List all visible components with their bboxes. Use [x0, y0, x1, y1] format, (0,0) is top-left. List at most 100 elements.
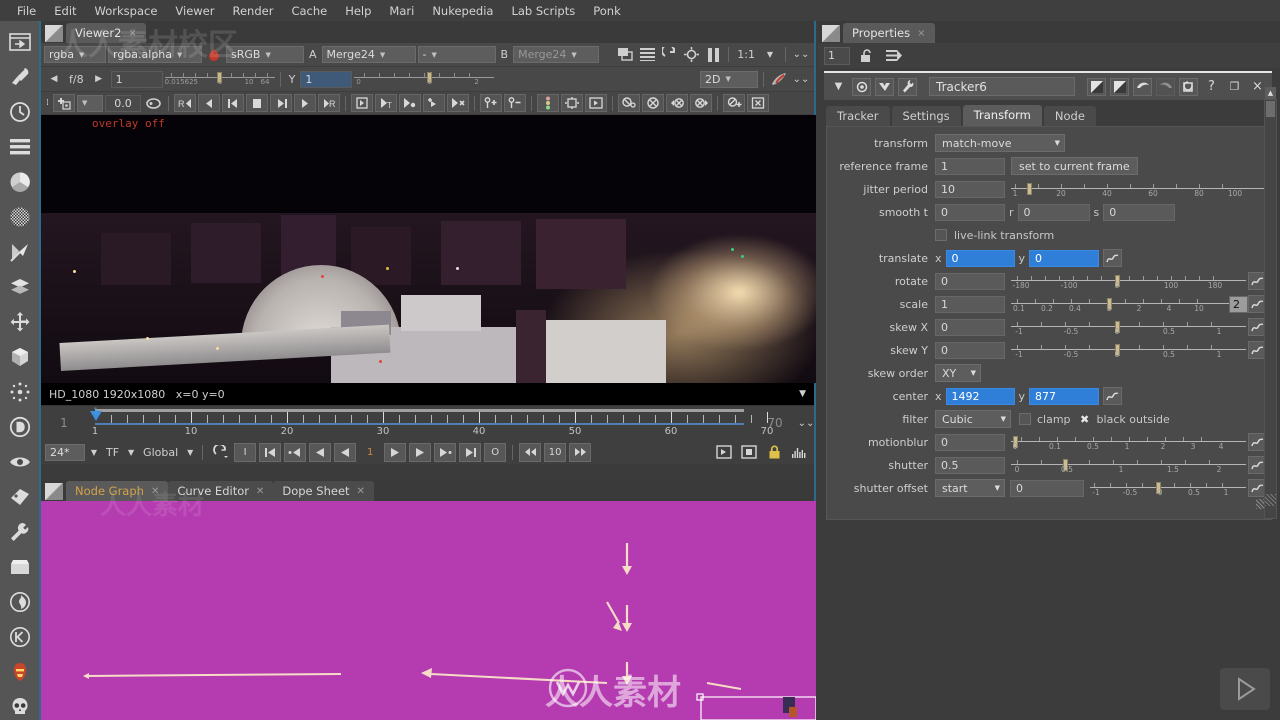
sync-mode-label[interactable]: Global	[140, 446, 181, 459]
ironman-icon[interactable]	[6, 659, 34, 685]
help-icon[interactable]: ?	[1202, 78, 1221, 96]
prev-keyframe-icon[interactable]	[198, 94, 220, 112]
track-single-icon[interactable]	[399, 94, 421, 112]
toolsets-icon[interactable]	[6, 554, 34, 580]
input-a-dropdown[interactable]: Merge24 ▼	[322, 46, 416, 63]
reference-frame-input[interactable]: 1	[935, 158, 1005, 175]
smooth-r-input[interactable]: 0	[1018, 204, 1090, 221]
remove-track-icon[interactable]	[504, 94, 526, 112]
smooth-s-input[interactable]: 0	[1103, 204, 1175, 221]
menu-item-file[interactable]: File	[8, 2, 45, 20]
close-icon[interactable]: ✕	[357, 486, 365, 497]
tab-dope-sheet[interactable]: Dope Sheet ✕	[273, 481, 374, 501]
clear-track-key-icon[interactable]	[618, 94, 640, 112]
views-icon[interactable]	[6, 449, 34, 475]
track-forward-icon[interactable]	[351, 94, 373, 112]
input-b-dropdown[interactable]: Merge24 ▼	[513, 46, 599, 63]
time-icon[interactable]	[6, 99, 34, 125]
goto-start-icon[interactable]: R	[174, 94, 196, 112]
loop-mode-icon[interactable]	[209, 443, 231, 462]
clear-backward-icon[interactable]	[666, 94, 688, 112]
play-region-icon[interactable]	[585, 94, 607, 112]
playback-stop-icon[interactable]	[738, 443, 760, 462]
live-link-checkbox[interactable]	[935, 229, 947, 241]
close-icon[interactable]: ×	[917, 28, 925, 39]
collapse-icon[interactable]: ▼	[829, 78, 848, 96]
jitter-period-input[interactable]: 10	[935, 181, 1005, 198]
node-color-icon[interactable]	[852, 78, 871, 96]
color-icon[interactable]	[6, 169, 34, 195]
skew-x-slider[interactable]: -1 -0.5 0 0.5 1	[1011, 318, 1246, 336]
set-to-current-frame-button[interactable]: set to current frame	[1011, 157, 1138, 175]
view-mode-dropdown[interactable]: 2D ▼	[700, 71, 758, 88]
max-panels-input[interactable]: 1	[824, 47, 850, 65]
translate-animation-icon[interactable]	[1103, 249, 1122, 267]
frame-mode-label[interactable]: TF	[103, 446, 122, 459]
filter-icon[interactable]	[6, 204, 34, 230]
toolbar-handle-icon[interactable]: ⁞	[44, 94, 51, 113]
keyer-icon[interactable]	[6, 239, 34, 265]
menu-item-mari[interactable]: Mari	[380, 2, 423, 20]
center-animation-icon[interactable]	[1103, 387, 1122, 405]
gamma-input[interactable]: 1	[300, 71, 352, 88]
panel-grip-icon[interactable]	[822, 25, 840, 42]
shutter-offset-slider[interactable]: -1 -0.5 0 0.5 1	[1090, 479, 1246, 497]
play-backward-button[interactable]	[309, 443, 331, 462]
timeline-start-frame[interactable]: 1	[41, 416, 87, 430]
channelset-dropdown[interactable]: rgba ▼	[44, 46, 106, 63]
merge-icon[interactable]	[6, 274, 34, 300]
node-graph-canvas[interactable]: (all) FrameHold5 (frame 1) VolumeRays3 M…	[41, 501, 816, 720]
track-status-icon[interactable]	[537, 94, 559, 112]
close-all-panels-icon[interactable]	[884, 46, 904, 65]
in-point-button[interactable]: I	[234, 443, 256, 462]
gain-prev-icon[interactable]: ◀	[44, 70, 64, 89]
rotate-slider[interactable]: -180 -100 0 100 180	[1011, 272, 1246, 290]
skull-icon[interactable]	[6, 694, 34, 720]
timeline-end-frame[interactable]: 70	[752, 416, 798, 430]
motionblur-slider[interactable]: 0 0.1 0.5 1 2 3 4	[1011, 433, 1246, 451]
scrollbar-thumb[interactable]	[1266, 101, 1275, 117]
viewer-footer-dropdown-icon[interactable]: ▼	[799, 389, 806, 399]
node-name-input[interactable]: Tracker6	[929, 77, 1075, 96]
menu-item-edit[interactable]: Edit	[45, 2, 85, 20]
audio-waveform-icon[interactable]	[788, 443, 810, 462]
roto-tool-dropdown[interactable]: ▼	[77, 95, 103, 112]
center-track-icon[interactable]	[561, 94, 583, 112]
panel-grip-icon[interactable]	[45, 483, 63, 500]
menu-item-ponk[interactable]: Ponk	[584, 2, 630, 20]
panel-grip-icon[interactable]	[45, 25, 63, 42]
playback-range-icon[interactable]	[713, 443, 735, 462]
step-backward-button[interactable]	[334, 443, 356, 462]
menu-item-nukepedia[interactable]: Nukepedia	[423, 2, 502, 20]
unlock-icon[interactable]	[857, 46, 877, 65]
fps-dropdown[interactable]: 24*	[45, 444, 85, 461]
lock-icon[interactable]	[763, 443, 785, 462]
clear-all-icon[interactable]	[642, 94, 664, 112]
wipe-icon[interactable]	[615, 45, 635, 64]
viewer-ink-icon[interactable]	[769, 70, 789, 89]
next-keyframe-button[interactable]	[434, 443, 456, 462]
layers-list-icon[interactable]	[637, 45, 657, 64]
gamma-slider[interactable]: 0 1 2	[354, 70, 494, 88]
float-panel-icon[interactable]: ❐	[1225, 78, 1244, 96]
prev-keyframe-button[interactable]	[284, 443, 306, 462]
menu-item-viewer[interactable]: Viewer	[166, 2, 223, 20]
last-frame-button[interactable]	[459, 443, 481, 462]
step-back-n-button[interactable]	[519, 443, 541, 462]
transform-dropdown[interactable]: match-move ▼	[935, 134, 1065, 152]
redo-icon[interactable]	[1156, 78, 1175, 96]
tab-viewer2[interactable]: Viewer2 ×	[66, 23, 146, 43]
pause-icon[interactable]	[703, 45, 723, 64]
properties-scrollbar[interactable]: ▲	[1264, 99, 1277, 519]
transform-icon[interactable]	[6, 309, 34, 335]
playhead[interactable]: 1	[90, 411, 102, 421]
tab-settings[interactable]: Settings	[892, 106, 961, 126]
delete-track-icon[interactable]	[747, 94, 769, 112]
chevron-down-icon[interactable]: ▼	[88, 443, 100, 462]
refresh-icon[interactable]	[659, 45, 679, 64]
tab-tracker[interactable]: Tracker	[826, 106, 890, 126]
metadata-icon[interactable]	[6, 484, 34, 510]
add-user-track-icon[interactable]	[723, 94, 745, 112]
undo-icon[interactable]	[1133, 78, 1152, 96]
chevron-down-icon[interactable]: ▼	[760, 45, 780, 64]
